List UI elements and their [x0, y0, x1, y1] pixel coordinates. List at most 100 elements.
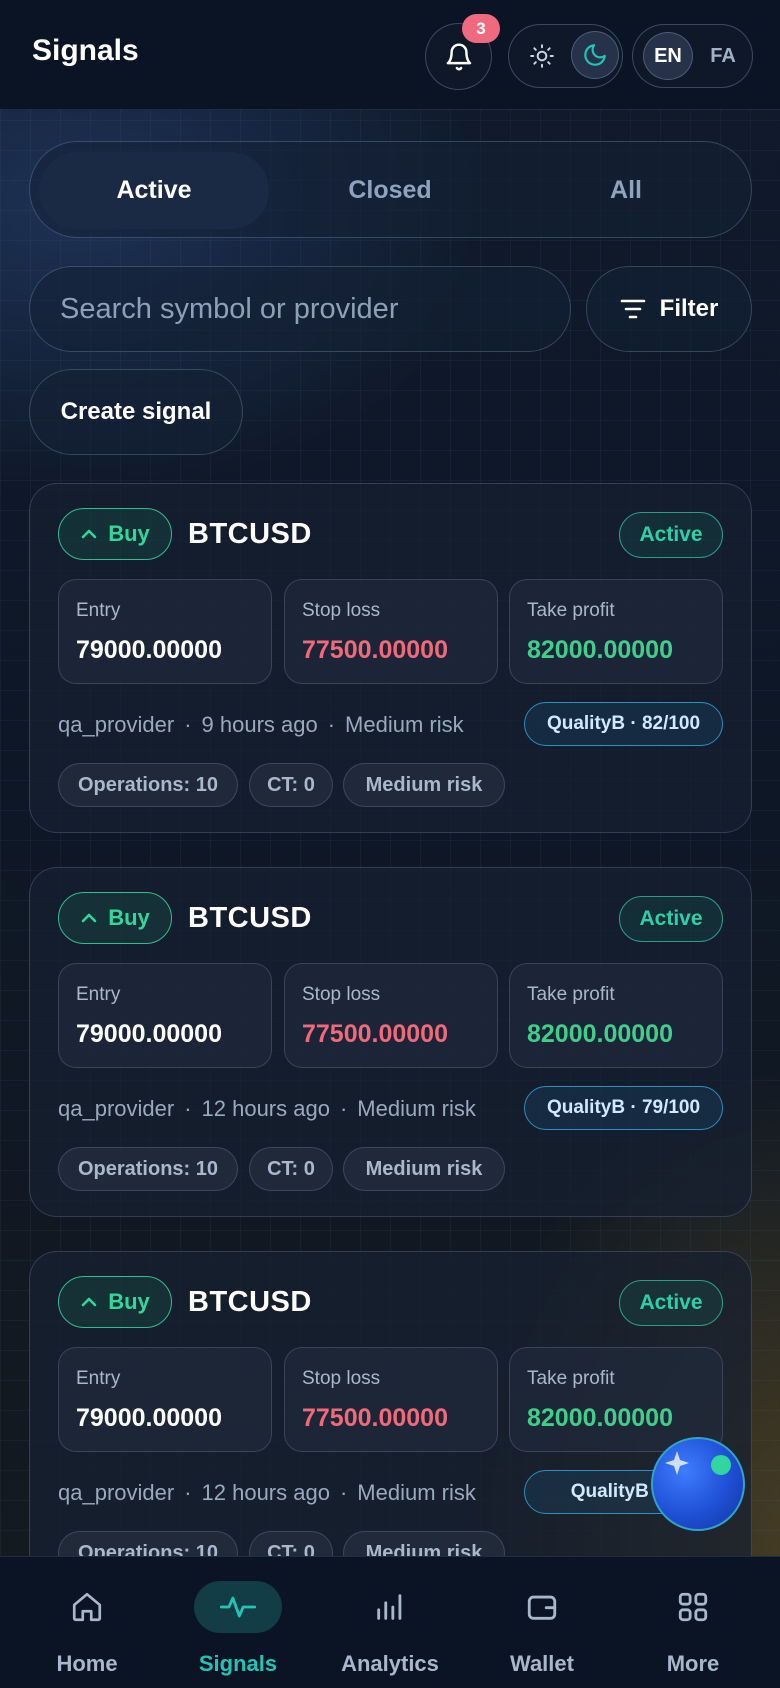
nav-more[interactable]: More [615, 1557, 771, 1688]
stop-loss-label: Stop loss [302, 984, 381, 1005]
entry-value: 79000.00000 [76, 1020, 222, 1048]
quality-badge: QualityB · 79/100 [524, 1086, 723, 1130]
ct-chip: CT: 0 [249, 1147, 333, 1191]
filter-icon [620, 299, 645, 319]
entry-box: Entry 79000.00000 [58, 1347, 272, 1452]
nav-signals-icon-wrap [194, 1581, 282, 1633]
take-profit-label: Take profit [527, 1368, 615, 1389]
signal-time: 9 hours ago [201, 712, 318, 737]
stop-loss-value: 77500.00000 [302, 636, 448, 664]
signal-meta: qa_provider · 9 hours ago · Medium risk [58, 712, 464, 737]
entry-label: Entry [76, 984, 121, 1005]
nav-signals[interactable]: Signals [160, 1557, 316, 1688]
nav-wallet-icon-wrap [498, 1581, 586, 1633]
risk-level: Medium risk [357, 1096, 476, 1121]
entry-box: Entry 79000.00000 [58, 963, 272, 1068]
nav-more-label: More [666, 1651, 720, 1676]
entry-value: 79000.00000 [76, 636, 222, 664]
signal-symbol: BTCUSD [188, 902, 312, 934]
stop-loss-value: 77500.00000 [302, 1020, 448, 1048]
nav-analytics-icon-wrap [346, 1581, 434, 1633]
bell-icon [446, 43, 471, 70]
bar-chart-icon [377, 1594, 402, 1620]
create-signal-button[interactable]: Create signal [29, 369, 243, 455]
light-theme-button[interactable] [517, 31, 567, 81]
theme-toggle [508, 24, 623, 88]
provider-name: qa_provider [58, 1096, 175, 1121]
take-profit-label: Take profit [527, 600, 615, 621]
assistant-orb-button[interactable] [651, 1437, 745, 1531]
home-icon [72, 1592, 102, 1622]
provider-name: qa_provider [58, 1480, 175, 1505]
stop-loss-value: 77500.00000 [302, 1404, 448, 1432]
side-label: Buy [108, 521, 150, 546]
nav-wallet[interactable]: Wallet [464, 1557, 620, 1688]
sparkle-icon [665, 1451, 689, 1475]
signal-time: 12 hours ago [201, 1480, 330, 1505]
status-badge: Active [619, 896, 723, 942]
signal-symbol: BTCUSD [188, 1286, 312, 1318]
dark-theme-button[interactable] [571, 31, 619, 79]
notification-count-badge: 3 [462, 14, 500, 43]
filter-label: Filter [659, 295, 719, 322]
entry-label: Entry [76, 600, 121, 621]
stop-loss-label: Stop loss [302, 1368, 381, 1389]
nav-home[interactable]: Home [9, 1557, 165, 1688]
nav-analytics[interactable]: Analytics [312, 1557, 468, 1688]
entry-box: Entry 79000.00000 [58, 579, 272, 684]
signal-meta: qa_provider · 12 hours ago · Medium risk [58, 1096, 476, 1121]
take-profit-label: Take profit [527, 984, 615, 1005]
status-tabs: Active Closed All [29, 141, 752, 238]
lang-en-button[interactable]: EN [643, 32, 693, 80]
chevron-up-icon [81, 1297, 97, 1307]
risk-chip: Medium risk [343, 763, 505, 807]
nav-analytics-label: Analytics [341, 1651, 439, 1676]
risk-level: Medium risk [345, 712, 464, 737]
nav-home-icon-wrap [43, 1581, 131, 1633]
signal-card[interactable]: Buy BTCUSD Active Entry 79000.00000 Stop… [29, 867, 752, 1217]
take-profit-box: Take profit 82000.00000 [509, 963, 723, 1068]
search-input[interactable] [29, 266, 571, 352]
moon-icon [584, 44, 606, 66]
stop-loss-box: Stop loss 77500.00000 [284, 579, 498, 684]
wallet-icon [527, 1595, 557, 1620]
app-header: Signals 3 EN FA [0, 0, 780, 110]
status-badge: Active [619, 512, 723, 558]
nav-signals-label: Signals [198, 1651, 278, 1676]
entry-value: 79000.00000 [76, 1404, 222, 1432]
take-profit-value: 82000.00000 [527, 1404, 673, 1432]
signal-time: 12 hours ago [201, 1096, 330, 1121]
risk-level: Medium risk [357, 1480, 476, 1505]
tab-all[interactable]: All [511, 152, 741, 229]
bottom-nav: Home Signals Analytics Wallet More [0, 1556, 780, 1688]
language-toggle: EN FA [632, 24, 753, 88]
stop-loss-box: Stop loss 77500.00000 [284, 963, 498, 1068]
sun-icon [530, 44, 554, 68]
signal-card[interactable]: Buy BTCUSD Active Entry 79000.00000 Stop… [29, 1251, 752, 1601]
risk-chip: Medium risk [343, 1147, 505, 1191]
take-profit-value: 82000.00000 [527, 1020, 673, 1048]
ct-chip: CT: 0 [249, 763, 333, 807]
signal-symbol: BTCUSD [188, 518, 312, 550]
chevron-up-icon [81, 913, 97, 923]
filter-button[interactable]: Filter [586, 266, 752, 352]
chevron-up-icon [81, 529, 97, 539]
status-dot [711, 1455, 731, 1475]
side-badge-buy: Buy [58, 1276, 172, 1328]
operations-chip: Operations: 10 [58, 1147, 238, 1191]
page-title: Signals [32, 34, 139, 67]
side-label: Buy [108, 905, 150, 930]
nav-wallet-label: Wallet [510, 1651, 574, 1676]
pulse-icon [220, 1596, 256, 1618]
side-badge-buy: Buy [58, 508, 172, 560]
signal-meta: qa_provider · 12 hours ago · Medium risk [58, 1480, 476, 1505]
grid-icon [678, 1592, 708, 1622]
take-profit-box: Take profit 82000.00000 [509, 579, 723, 684]
tab-closed[interactable]: Closed [275, 152, 505, 229]
status-badge: Active [619, 1280, 723, 1326]
signal-card[interactable]: Buy BTCUSD Active Entry 79000.00000 Stop… [29, 483, 752, 833]
tab-active[interactable]: Active [39, 152, 269, 229]
lang-fa-button[interactable]: FA [699, 32, 747, 80]
side-label: Buy [108, 1289, 150, 1314]
take-profit-value: 82000.00000 [527, 636, 673, 664]
